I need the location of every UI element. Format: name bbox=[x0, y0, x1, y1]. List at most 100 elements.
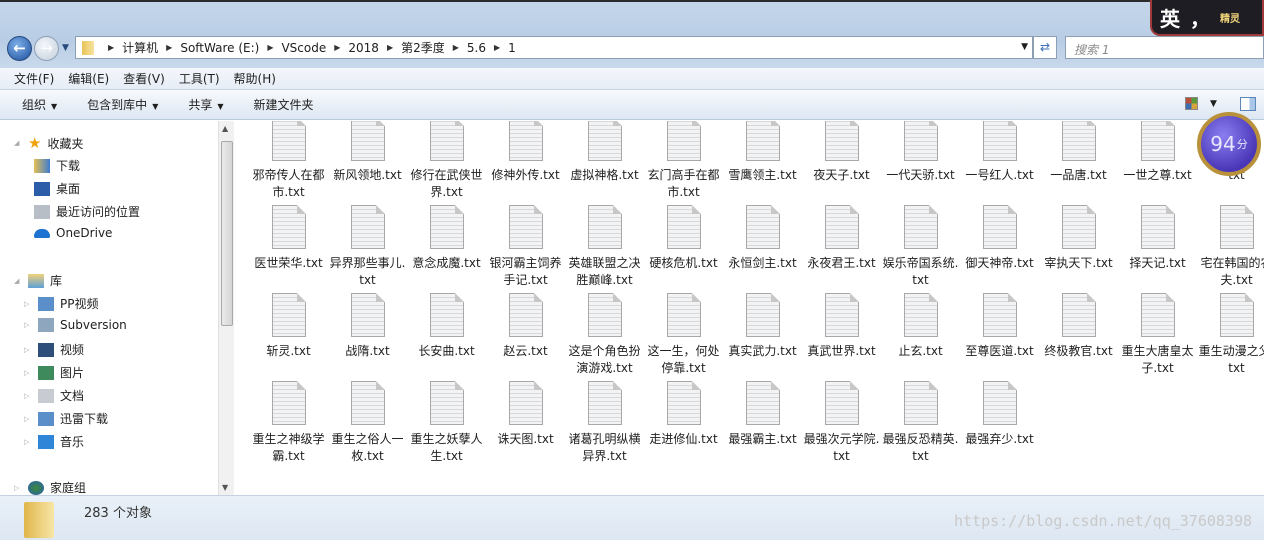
file-item[interactable]: 一世之尊.txt bbox=[1118, 121, 1197, 205]
file-item[interactable]: 硬核危机.txt bbox=[644, 205, 723, 293]
file-item[interactable]: 长安曲.txt bbox=[407, 293, 486, 381]
expand-icon[interactable]: ▷ bbox=[24, 369, 32, 377]
file-item[interactable]: 银河霸主饲养手记.txt bbox=[486, 205, 565, 293]
file-item[interactable]: 永恒剑主.txt bbox=[723, 205, 802, 293]
scrollbar-thumb[interactable] bbox=[221, 141, 233, 326]
file-item[interactable]: 这是个角色扮演游戏.txt bbox=[565, 293, 644, 381]
breadcrumb-item[interactable]: 5.6 bbox=[467, 41, 486, 55]
breadcrumb-item[interactable]: 第2季度 bbox=[401, 39, 445, 56]
sidebar-item-library[interactable]: ▷ 文档 bbox=[24, 387, 84, 404]
breadcrumb-separator-icon[interactable]: ▶ bbox=[387, 43, 393, 52]
file-item[interactable]: 最强反恐精英.txt bbox=[881, 381, 960, 469]
menu-edit[interactable]: 编辑(E) bbox=[68, 70, 109, 87]
file-item[interactable]: 诛天图.txt bbox=[486, 381, 565, 469]
sidebar-homegroup[interactable]: ▷ 家庭组 bbox=[14, 479, 86, 496]
breadcrumb-separator-icon[interactable]: ▶ bbox=[166, 43, 172, 52]
file-item[interactable]: 修神外传.txt bbox=[486, 121, 565, 205]
sidebar-item-library[interactable]: ▷ Subversion bbox=[24, 318, 127, 332]
file-item[interactable]: 这一生，何处停靠.txt bbox=[644, 293, 723, 381]
file-item[interactable]: 重生之妖孽人生.txt bbox=[407, 381, 486, 469]
sidebar-item-library[interactable]: ▷ 迅雷下载 bbox=[24, 410, 108, 427]
expand-icon[interactable]: ◢ bbox=[14, 139, 22, 147]
sidebar-item-downloads[interactable]: 下载 bbox=[34, 157, 80, 174]
preview-pane-icon[interactable] bbox=[1240, 97, 1256, 111]
include-library-button[interactable]: 包含到库中 ▼ bbox=[87, 96, 158, 113]
file-item[interactable]: 重生大唐皇太子.txt bbox=[1118, 293, 1197, 381]
sidebar-item-library[interactable]: ▷ 音乐 bbox=[24, 433, 84, 450]
file-item[interactable]: 永夜君王.txt bbox=[802, 205, 881, 293]
file-item[interactable]: 雪鹰领主.txt bbox=[723, 121, 802, 205]
breadcrumb-separator-icon[interactable]: ▶ bbox=[494, 43, 500, 52]
breadcrumb-item[interactable]: 1 bbox=[508, 41, 516, 55]
file-item[interactable]: 最强霸主.txt bbox=[723, 381, 802, 469]
refresh-button[interactable]: ⇄ bbox=[1033, 36, 1057, 59]
organize-button[interactable]: 组织 ▼ bbox=[22, 96, 57, 113]
expand-icon[interactable]: ▷ bbox=[24, 438, 32, 446]
file-item[interactable]: 玄门高手在都市.txt bbox=[644, 121, 723, 205]
file-item[interactable]: 修行在武侠世界.txt bbox=[407, 121, 486, 205]
sidebar-item-library[interactable]: ▷ 图片 bbox=[24, 364, 84, 381]
sidebar-favorites[interactable]: ◢ ★ 收藏夹 bbox=[14, 134, 83, 152]
file-item[interactable]: 最强次元学院.txt bbox=[802, 381, 881, 469]
file-item[interactable]: 宰执天下.txt bbox=[1039, 205, 1118, 293]
sidebar-item-recent[interactable]: 最近访问的位置 bbox=[34, 203, 140, 220]
file-item[interactable]: 异界那些事儿.txt bbox=[328, 205, 407, 293]
back-button[interactable]: ← bbox=[7, 36, 32, 61]
file-item[interactable]: 诸葛孔明纵横异界.txt bbox=[565, 381, 644, 469]
expand-icon[interactable]: ◢ bbox=[14, 277, 22, 285]
breadcrumb-separator-icon[interactable]: ▶ bbox=[453, 43, 459, 52]
forward-button[interactable]: → bbox=[34, 36, 59, 61]
file-item[interactable]: 夜天子.txt bbox=[802, 121, 881, 205]
file-item[interactable]: 止玄.txt bbox=[881, 293, 960, 381]
share-button[interactable]: 共享 ▼ bbox=[188, 96, 223, 113]
file-item[interactable]: 重生之俗人一枚.txt bbox=[328, 381, 407, 469]
file-item[interactable]: 娱乐帝国系统.txt bbox=[881, 205, 960, 293]
ime-indicator[interactable]: 英 ， 精灵 bbox=[1150, 0, 1264, 36]
sidebar-item-onedrive[interactable]: OneDrive bbox=[34, 226, 112, 240]
file-item[interactable]: 邪帝传人在都市.txt bbox=[249, 121, 328, 205]
address-bar[interactable]: ▶ 计算机 ▶ SoftWare (E:) ▶ VScode ▶ 2018 ▶ 第2季度 ▶ 5.6 ▶… bbox=[75, 36, 1033, 59]
menu-file[interactable]: 文件(F) bbox=[14, 70, 54, 87]
new-folder-button[interactable]: 新建文件夹 bbox=[254, 96, 314, 113]
breadcrumb-item[interactable]: VScode bbox=[281, 41, 326, 55]
scroll-up-icon[interactable]: ▲ bbox=[222, 124, 228, 133]
expand-icon[interactable]: ▷ bbox=[14, 484, 22, 492]
sidebar-item-library[interactable]: ▷ 视频 bbox=[24, 341, 84, 358]
sidebar-item-library[interactable]: ▷ PP视频 bbox=[24, 295, 98, 312]
breadcrumb-item[interactable]: 计算机 bbox=[122, 39, 158, 56]
breadcrumb-item[interactable]: 2018 bbox=[348, 41, 379, 55]
menu-view[interactable]: 查看(V) bbox=[123, 70, 165, 87]
expand-icon[interactable]: ▷ bbox=[24, 392, 32, 400]
file-item[interactable]: 真实武力.txt bbox=[723, 293, 802, 381]
file-item[interactable]: 一号红人.txt bbox=[960, 121, 1039, 205]
file-item[interactable]: 宅在韩国的农夫.txt bbox=[1197, 205, 1264, 293]
file-item[interactable]: 择天记.txt bbox=[1118, 205, 1197, 293]
file-item[interactable]: 最强弃少.txt bbox=[960, 381, 1039, 469]
sidebar-item-desktop[interactable]: 桌面 bbox=[34, 180, 80, 197]
breadcrumb-separator-icon[interactable]: ▶ bbox=[108, 43, 114, 52]
file-item[interactable]: 虚拟神格.txt bbox=[565, 121, 644, 205]
file-item[interactable]: 重生动漫之父.txt bbox=[1197, 293, 1264, 381]
breadcrumb-separator-icon[interactable]: ▶ bbox=[267, 43, 273, 52]
file-item[interactable]: 至尊医道.txt bbox=[960, 293, 1039, 381]
expand-icon[interactable]: ▷ bbox=[24, 415, 32, 423]
file-item[interactable]: 意念成魔.txt bbox=[407, 205, 486, 293]
file-item[interactable]: 英雄联盟之决胜巅峰.txt bbox=[565, 205, 644, 293]
expand-icon[interactable]: ▷ bbox=[24, 321, 32, 329]
sidebar-libraries[interactable]: ◢ 库 bbox=[14, 272, 62, 289]
score-badge[interactable]: 94 分 bbox=[1197, 112, 1261, 176]
file-item[interactable]: 一代天骄.txt bbox=[881, 121, 960, 205]
view-dropdown-icon[interactable]: ▼ bbox=[1210, 99, 1217, 109]
expand-icon[interactable]: ▷ bbox=[24, 346, 32, 354]
file-item[interactable]: 赵云.txt bbox=[486, 293, 565, 381]
menu-help[interactable]: 帮助(H) bbox=[234, 70, 276, 87]
file-item[interactable]: 真武世界.txt bbox=[802, 293, 881, 381]
menu-tools[interactable]: 工具(T) bbox=[179, 70, 220, 87]
file-item[interactable]: 重生之神级学霸.txt bbox=[249, 381, 328, 469]
file-item[interactable]: 终极教官.txt bbox=[1039, 293, 1118, 381]
file-item[interactable]: 御天神帝.txt bbox=[960, 205, 1039, 293]
recent-pages-dropdown[interactable]: ▼ bbox=[62, 43, 69, 53]
file-item[interactable]: 战隋.txt bbox=[328, 293, 407, 381]
breadcrumb-separator-icon[interactable]: ▶ bbox=[334, 43, 340, 52]
chevron-down-icon[interactable]: ▼ bbox=[1021, 42, 1028, 52]
